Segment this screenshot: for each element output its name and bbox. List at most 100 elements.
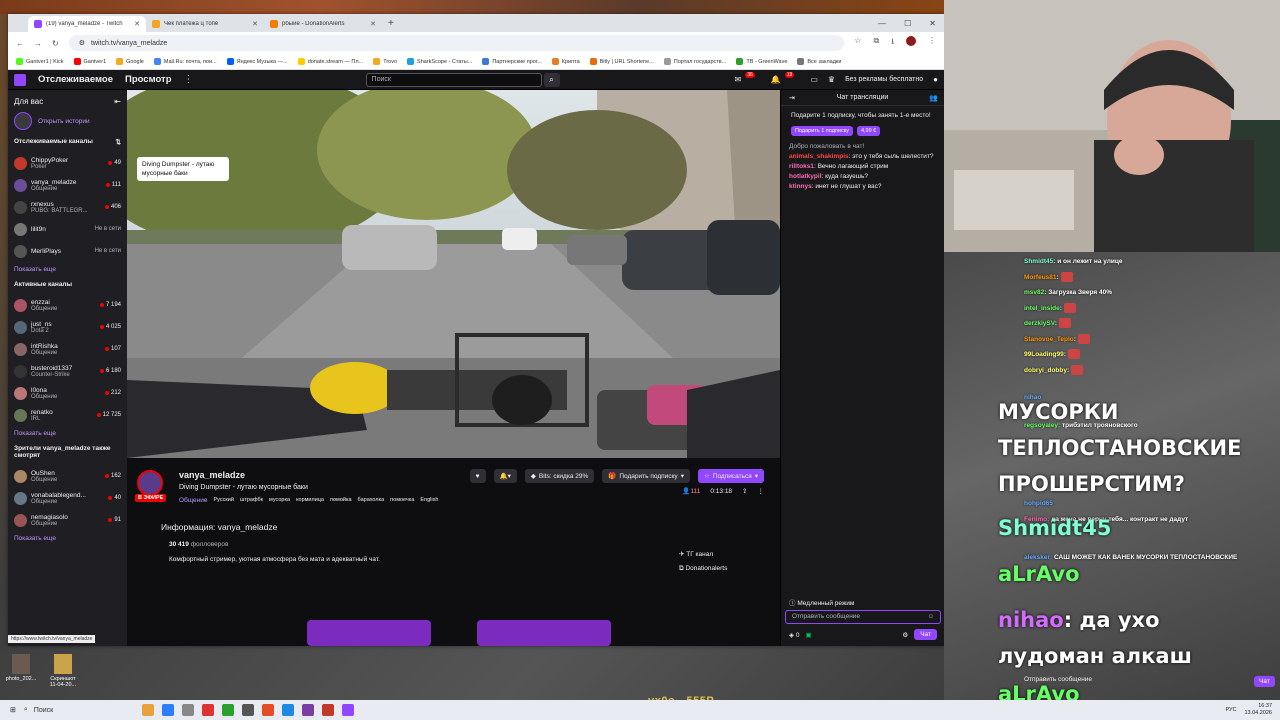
more-options-icon[interactable]: ⋮ — [758, 487, 765, 495]
sidebar-channel-item[interactable]: ChippyPoker Poker 49 — [14, 152, 121, 174]
url-field[interactable]: ⚙ twitch.tv/vanya_meladze — [68, 35, 845, 51]
close-tab-icon[interactable]: ✕ — [370, 20, 376, 28]
chat-username[interactable]: animals_shakimpis — [789, 153, 849, 160]
sidebar-channel-item[interactable]: nemagiasolo Общение 91 — [14, 509, 121, 531]
bookmark-item[interactable]: Крипта — [551, 58, 580, 65]
telegram-panel[interactable] — [477, 620, 611, 646]
reload-icon[interactable]: ↻ — [52, 39, 59, 48]
stream-tag[interactable]: помоечка — [390, 497, 414, 504]
minimize-icon[interactable]: — — [878, 19, 886, 28]
sidebar-channel-item[interactable]: just_ns Dota 2 4 025 — [14, 316, 121, 338]
bookmark-item[interactable]: donate.stream — Пл... — [297, 58, 363, 65]
sidebar-channel-item[interactable]: MerliPlays Не в сети — [14, 240, 121, 262]
follow-heart-button[interactable]: ♥ — [469, 469, 486, 483]
sidebar-channel-item[interactable]: lilit9n Не в сети — [14, 218, 121, 240]
language-indicator[interactable]: РУС — [1225, 707, 1236, 713]
extensions-icon[interactable]: ⧉ — [873, 36, 879, 50]
notifications-icon[interactable]: 🔔 — [771, 75, 781, 84]
donationalerts-link[interactable]: ⧉ Donationalerts — [679, 562, 727, 576]
sidebar-channel-item[interactable]: OuShen Общение 162 — [14, 465, 121, 487]
user-avatar-icon[interactable]: ● — [933, 75, 938, 84]
bookmark-item[interactable]: Trovo — [373, 58, 397, 65]
collapse-sidebar-icon[interactable]: ⇤ — [114, 97, 121, 106]
taskbar-app-icon[interactable] — [141, 704, 154, 716]
browser-menu-icon[interactable]: ⋮ — [928, 36, 936, 50]
no-ads-button[interactable]: Без рекламы бесплатно — [845, 76, 923, 83]
chat-message-input[interactable]: Отправить сообщение ☺ — [785, 610, 941, 624]
stream-tag[interactable]: Русский — [214, 497, 234, 504]
crown-icon[interactable]: ♛ — [828, 75, 835, 84]
taskbar-app-icon[interactable] — [281, 704, 294, 716]
desktop-icon-screenshot[interactable]: Скриншот 11-04-20... — [46, 654, 80, 688]
bookmark-item[interactable]: SharkScope - Статы... — [407, 58, 472, 65]
gift-price[interactable]: 4,99 € — [856, 126, 881, 136]
site-info-icon[interactable]: ⚙ — [79, 39, 85, 47]
new-tab-button[interactable]: + — [382, 16, 400, 32]
bookmark-star-icon[interactable]: ☆ — [854, 36, 861, 50]
chat-users-icon[interactable]: 👥 — [929, 94, 938, 102]
stream-tag[interactable]: штрафбк — [240, 497, 263, 504]
notifications-bell-button[interactable]: 🔔▾ — [493, 469, 517, 483]
browser-tab-payment[interactable]: Чек платежа ц топе ✕ — [146, 16, 264, 32]
bookmark-item[interactable]: Gantver1 — [73, 58, 106, 65]
twitch-logo-icon[interactable] — [14, 73, 26, 86]
bookmark-item[interactable]: Партнерские прог... — [482, 58, 542, 65]
forward-icon[interactable]: → — [34, 39, 42, 48]
taskbar-app-icon[interactable] — [321, 704, 334, 716]
profile-avatar-icon[interactable] — [906, 36, 916, 46]
stream-tag[interactable]: барахолка — [358, 497, 385, 504]
bookmark-item[interactable]: Gantver1 | Kick — [16, 58, 64, 65]
close-window-icon[interactable]: ✕ — [929, 19, 936, 28]
open-history-button[interactable]: Открыть истории — [14, 112, 121, 130]
stream-tag[interactable]: мусорка — [269, 497, 290, 504]
chat-username[interactable]: hotlatkypil — [789, 173, 822, 180]
share-icon[interactable]: ⇪ — [742, 487, 747, 495]
taskbar-app-icon[interactable] — [161, 704, 174, 716]
bits-button[interactable]: ◆ Bits: скидка 29% — [524, 469, 595, 483]
clock[interactable]: 16:37 13.04.2026 — [1244, 703, 1272, 717]
chat-send-button[interactable]: Чат — [914, 629, 937, 640]
close-tab-icon[interactable]: ✕ — [134, 20, 140, 28]
sidebar-channel-item[interactable]: vonabalablegend... Общение 40 — [14, 487, 121, 509]
bookmark-item[interactable]: Яндекс Музыка —... — [226, 58, 288, 65]
whispers-icon[interactable]: ▭ — [810, 75, 818, 84]
subscribe-button[interactable]: ☆ Подписаться ▾ — [697, 469, 764, 483]
more-menu-icon[interactable]: ⋮ — [184, 74, 194, 85]
inbox-icon[interactable]: ✉ — [735, 75, 742, 84]
taskbar-app-icon[interactable] — [241, 704, 254, 716]
channel-avatar[interactable] — [137, 470, 163, 496]
chat-settings-icon[interactable]: ⚙ — [902, 631, 908, 639]
channel-points-icon[interactable]: ◈ 0 — [789, 631, 799, 639]
sidebar-channel-item[interactable]: l0ona Общение 212 — [14, 382, 121, 404]
nav-following-link[interactable]: Отслеживаемое — [38, 74, 113, 85]
taskbar-app-icon[interactable] — [181, 704, 194, 716]
video-player[interactable] — [127, 90, 780, 458]
taskbar-app-icon[interactable] — [201, 704, 214, 716]
desktop-icon-photo[interactable]: photo_202... — [4, 654, 38, 688]
show-more-active[interactable]: Показать еще — [14, 430, 121, 437]
back-icon[interactable]: ← — [16, 39, 24, 48]
sidebar-channel-item[interactable]: busteroid1337 Counter-Strike 6 180 — [14, 360, 121, 382]
emote-picker-icon[interactable]: ☺ — [927, 613, 934, 621]
sidebar-channel-item[interactable]: rxnexus PUBG: BATTLEGR... 406 — [14, 196, 121, 218]
stream-tag[interactable]: кормилица — [296, 497, 324, 504]
bookmark-item[interactable]: Google — [116, 58, 144, 65]
bookmark-item[interactable]: TB - GreenWave — [736, 58, 787, 65]
stream-category-link[interactable]: Общение — [179, 497, 208, 504]
sidebar-channel-item[interactable]: vanya_meladze Общение 111 — [14, 174, 121, 196]
nav-browse-link[interactable]: Просмотр — [125, 74, 172, 85]
search-icon[interactable]: ⌕ — [543, 72, 560, 87]
donate-panel[interactable] — [307, 620, 431, 646]
taskbar-app-icon[interactable] — [301, 704, 314, 716]
sidebar-channel-item[interactable]: enzzai Общение 7 194 — [14, 294, 121, 316]
taskbar-app-icon[interactable] — [261, 704, 274, 716]
gift-one-sub-button[interactable]: Подарить 1 подписку — [791, 126, 853, 136]
stream-tag[interactable]: English — [420, 497, 438, 504]
sidebar-channel-item[interactable]: intRishka Общение 107 — [14, 338, 121, 360]
chat-username[interactable]: rilltoks1 — [789, 163, 814, 170]
gift-sub-button[interactable]: 🎁 Подарить подписку ▾ — [602, 469, 690, 483]
taskbar-app-icon[interactable] — [341, 704, 354, 716]
chat-bonus-icon[interactable]: ▣ — [805, 631, 811, 639]
browser-tab-donationalerts[interactable]: рбыйе - DonationAlerts ✕ — [264, 16, 382, 32]
bookmark-item[interactable]: Mail.Ru: почта, пои... — [153, 58, 217, 65]
